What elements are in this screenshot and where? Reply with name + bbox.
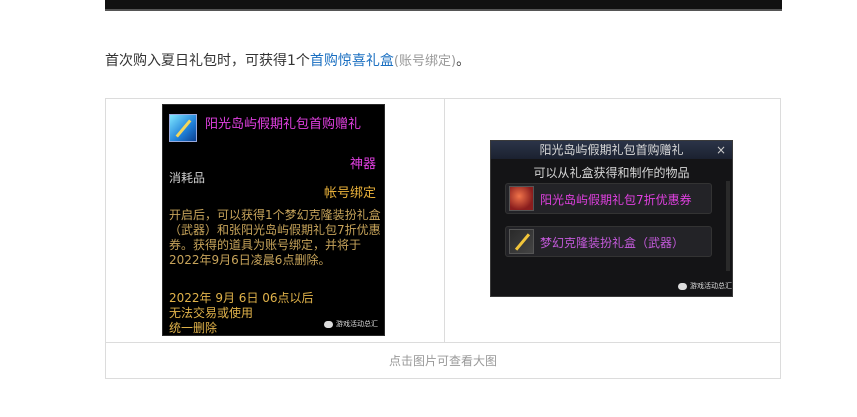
scrollbar — [726, 181, 730, 271]
tooltip-rarity: 神器 — [349, 157, 376, 172]
expiry-line-1: 2022年 9月 6日 06点以后 — [169, 291, 314, 305]
bind-note: (账号绑定) — [393, 54, 457, 69]
window-title: 阳光岛屿假期礼包首购赠礼 — [539, 143, 684, 157]
weapon-box-icon — [509, 229, 534, 254]
list-item-label: 梦幻克隆装扮礼盒（武器） — [540, 236, 685, 250]
top-divider-bar — [105, 0, 782, 11]
list-item: 梦幻克隆装扮礼盒（武器） — [505, 226, 712, 257]
gift-contents-window-image[interactable]: 阳光岛屿假期礼包首购赠礼 × 可以从礼盒获得和制作的物品 阳光岛屿假期礼包7折优… — [490, 140, 733, 297]
gift-box-link[interactable]: 首购惊喜礼盒 — [310, 53, 394, 69]
item-tooltip-image[interactable]: 阳光岛屿假期礼包首购赠礼 神器 消耗品 帐号绑定 开启后，可以获得1个梦幻克隆装… — [162, 104, 385, 336]
wechat-icon — [324, 320, 333, 328]
wechat-icon — [678, 282, 687, 290]
tooltip-expiry: 2022年 9月 6日 06点以后 无法交易或使用 统一删除 — [169, 291, 314, 335]
list-item-label: 阳光岛屿假期礼包7折优惠券 — [540, 193, 692, 207]
watermark-text: 游戏活动总汇 — [336, 320, 378, 328]
watermark: 游戏活动总汇 — [678, 281, 732, 291]
table-column-divider — [444, 99, 445, 342]
list-item: 阳光岛屿假期礼包7折优惠券 — [505, 183, 712, 214]
expiry-line-2: 无法交易或使用 — [169, 306, 254, 320]
window-subtitle: 可以从礼盒获得和制作的物品 — [533, 166, 690, 180]
image-caption: 点击图片可查看大图 — [388, 354, 497, 368]
tooltip-kind: 消耗品 — [169, 171, 206, 185]
intro-prefix: 首次购入夏日礼包时，可获得1个 — [105, 53, 310, 69]
tooltip-title: 阳光岛屿假期礼包首购赠礼 — [205, 117, 362, 132]
watermark-text: 游戏活动总汇 — [690, 282, 732, 290]
close-icon: × — [715, 143, 726, 157]
tooltip-bind: 帐号绑定 — [323, 186, 376, 201]
watermark: 游戏活动总汇 — [324, 319, 378, 329]
coupon-icon — [509, 186, 534, 211]
gift-item-icon — [169, 114, 197, 142]
intro-text: 首次购入夏日礼包时，可获得1个首购惊喜礼盒(账号绑定)。 — [105, 50, 470, 70]
window-header: 阳光岛屿假期礼包首购赠礼 × — [491, 141, 732, 159]
expiry-line-3: 统一删除 — [169, 321, 218, 335]
tooltip-description: 开启后，可以获得1个梦幻克隆装扮礼盒（武器）和张阳光岛屿假期礼包7折优惠券。获得… — [169, 208, 381, 267]
intro-suffix: 。 — [456, 53, 471, 69]
